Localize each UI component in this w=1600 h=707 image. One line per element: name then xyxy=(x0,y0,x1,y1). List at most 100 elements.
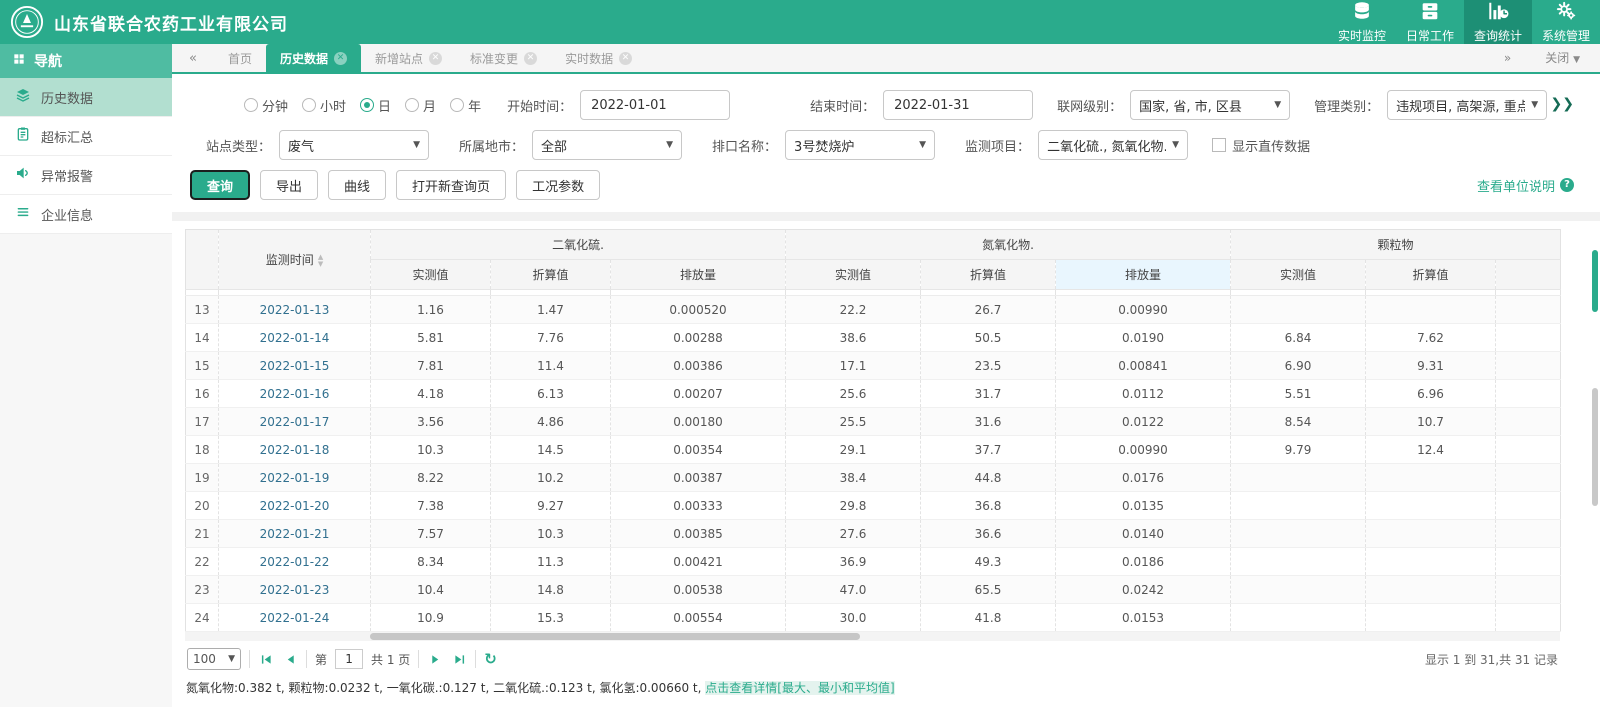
table-scrollbar-thumb[interactable] xyxy=(1592,388,1598,506)
table-row[interactable]: 212022-01-217.5710.30.0038527.636.60.014… xyxy=(186,520,1561,548)
close-tab-icon[interactable]: ✕ xyxy=(334,52,347,65)
date-link[interactable]: 2022-01-13 xyxy=(260,303,330,317)
so2-converted-header[interactable]: 折算值 xyxy=(491,260,611,290)
value-cell: 65.5 xyxy=(921,576,1056,604)
monitor-time-column-header[interactable]: 监测时间▲▼ xyxy=(219,230,371,290)
monitor-items-select[interactable]: 二氧化硫., 氮氧化物., 颗粒▼ xyxy=(1038,130,1188,160)
unit-description-link[interactable]: 查看单位说明 ? xyxy=(1477,176,1574,195)
date-link[interactable]: 2022-01-22 xyxy=(260,555,330,569)
topnav-system-management[interactable]: 系统管理 xyxy=(1532,0,1600,44)
sidebar-item-abnormal-alarm[interactable]: 异常报警 xyxy=(0,156,172,195)
tab-new-station[interactable]: 新增站点 ✕ xyxy=(361,44,456,72)
radio-year[interactable]: 年 xyxy=(450,96,481,115)
date-link[interactable]: 2022-01-14 xyxy=(260,331,330,345)
value-cell: 0.000520 xyxy=(611,296,786,324)
topnav-query-statistics[interactable]: 查询统计 xyxy=(1464,0,1532,44)
value-cell: 4.18 xyxy=(371,380,491,408)
record-count-info: 显示 1 到 31,共 31 记录 xyxy=(1425,651,1558,668)
content-area: « 首页 历史数据 ✕ 新增站点 ✕ 标准变更 ✕ 实时数据 ✕ » xyxy=(172,44,1600,707)
first-page-icon[interactable] xyxy=(258,651,274,667)
sidebar-item-history-data[interactable]: 历史数据 xyxy=(0,78,172,117)
value-cell: 1.16 xyxy=(371,296,491,324)
date-link[interactable]: 2022-01-24 xyxy=(260,611,330,625)
station-type-select[interactable]: 废气▼ xyxy=(279,130,429,160)
horizontal-scrollbar[interactable] xyxy=(185,632,1560,641)
topnav-daily-work[interactable]: 日常工作 xyxy=(1396,0,1464,44)
date-link[interactable]: 2022-01-21 xyxy=(260,527,330,541)
start-time-input[interactable] xyxy=(580,90,730,120)
pm-measured-header[interactable]: 实测值 xyxy=(1231,260,1366,290)
date-link[interactable]: 2022-01-20 xyxy=(260,499,330,513)
view-details-link[interactable]: 点击查看详情[最大、最小和平均值] xyxy=(705,681,894,695)
table-row[interactable]: 192022-01-198.2210.20.0038738.444.80.017… xyxy=(186,464,1561,492)
sidebar-item-exceedance-summary[interactable]: 超标汇总 xyxy=(0,117,172,156)
city-select[interactable]: 全部▼ xyxy=(532,130,682,160)
page-size-select[interactable]: 100▼ xyxy=(187,648,241,670)
operating-parameters-button[interactable]: 工况参数 xyxy=(516,170,600,200)
nox-measured-header[interactable]: 实测值 xyxy=(786,260,921,290)
radio-minute[interactable]: 分钟 xyxy=(244,96,288,115)
network-level-select[interactable]: 国家, 省, 市, 区县▼ xyxy=(1130,90,1290,120)
outlet-name-select[interactable]: 3号焚烧炉▼ xyxy=(785,130,935,160)
query-button[interactable]: 查询 xyxy=(190,170,250,200)
tab-realtime-data[interactable]: 实时数据 ✕ xyxy=(551,44,646,72)
so2-emission-header[interactable]: 排放量 xyxy=(611,260,786,290)
table-row[interactable]: 202022-01-207.389.270.0033329.836.80.013… xyxy=(186,492,1561,520)
show-direct-data-checkbox[interactable]: 显示直传数据 xyxy=(1212,136,1310,155)
so2-measured-header[interactable]: 实测值 xyxy=(371,260,491,290)
outlet-name-label: 排口名称： xyxy=(712,136,777,155)
date-link[interactable]: 2022-01-19 xyxy=(260,471,330,485)
close-menu-button[interactable]: 关闭 ▼ xyxy=(1545,49,1580,66)
manage-category-select[interactable]: 违规项目, 高架源, 重点排▼ xyxy=(1387,90,1547,120)
date-link[interactable]: 2022-01-15 xyxy=(260,359,330,373)
value-cell: 10.4 xyxy=(371,576,491,604)
tab-home[interactable]: 首页 xyxy=(214,44,266,72)
sidebar-item-company-info[interactable]: 企业信息 xyxy=(0,195,172,234)
radio-month[interactable]: 月 xyxy=(405,96,436,115)
pm-converted-header[interactable]: 折算值 xyxy=(1366,260,1496,290)
table-row[interactable]: 132022-01-131.161.470.00052022.226.70.00… xyxy=(186,296,1561,324)
page-scrollbar-thumb[interactable] xyxy=(1592,250,1598,312)
table-row[interactable]: 172022-01-173.564.860.0018025.531.60.012… xyxy=(186,408,1561,436)
separator xyxy=(306,650,307,668)
tab-history-data[interactable]: 历史数据 ✕ xyxy=(266,44,361,72)
table-row[interactable]: 152022-01-157.8111.40.0038617.123.50.008… xyxy=(186,352,1561,380)
next-page-icon[interactable] xyxy=(427,651,443,667)
tabs-scroll-right-icon[interactable]: » xyxy=(1504,51,1511,65)
table-row[interactable]: 222022-01-228.3411.30.0042136.949.30.018… xyxy=(186,548,1561,576)
table-row[interactable]: 232022-01-2310.414.80.0053847.065.50.024… xyxy=(186,576,1561,604)
date-link[interactable]: 2022-01-18 xyxy=(260,443,330,457)
value-cell xyxy=(1366,576,1496,604)
curve-button[interactable]: 曲线 xyxy=(328,170,386,200)
table-row[interactable]: 142022-01-145.817.760.0028838.650.50.019… xyxy=(186,324,1561,352)
tabs-scroll-left-icon[interactable]: « xyxy=(172,51,214,72)
refresh-icon[interactable]: ↻ xyxy=(484,650,497,668)
separator xyxy=(418,650,419,668)
end-time-input[interactable] xyxy=(883,90,1033,120)
sort-icon[interactable]: ▲▼ xyxy=(318,254,323,268)
table-row[interactable]: 182022-01-1810.314.50.0035429.137.70.009… xyxy=(186,436,1561,464)
page-number-input[interactable] xyxy=(335,649,363,669)
table-row[interactable]: 162022-01-164.186.130.0020725.631.70.011… xyxy=(186,380,1561,408)
horizontal-scrollbar-thumb[interactable] xyxy=(370,633,860,640)
date-link[interactable]: 2022-01-17 xyxy=(260,415,330,429)
last-page-icon[interactable] xyxy=(451,651,467,667)
topnav-realtime-monitor[interactable]: 实时监控 xyxy=(1328,0,1396,44)
date-link[interactable]: 2022-01-16 xyxy=(260,387,330,401)
export-button[interactable]: 导出 xyxy=(260,170,318,200)
open-new-query-page-button[interactable]: 打开新查询页 xyxy=(396,170,506,200)
close-tab-icon[interactable]: ✕ xyxy=(429,52,442,65)
close-tab-icon[interactable]: ✕ xyxy=(524,52,537,65)
prev-page-icon[interactable] xyxy=(282,651,298,667)
nox-converted-header[interactable]: 折算值 xyxy=(921,260,1056,290)
nox-emission-header[interactable]: 排放量 xyxy=(1056,260,1231,290)
close-tab-icon[interactable]: ✕ xyxy=(619,52,632,65)
date-link[interactable]: 2022-01-23 xyxy=(260,583,330,597)
value-cell: 26.7 xyxy=(921,296,1056,324)
tab-standard-change[interactable]: 标准变更 ✕ xyxy=(456,44,551,72)
radio-day[interactable]: 日 xyxy=(360,96,391,115)
collapse-filters-icon[interactable]: ❯❯ xyxy=(1551,96,1574,112)
radio-hour[interactable]: 小时 xyxy=(302,96,346,115)
value-cell: 47.0 xyxy=(786,576,921,604)
table-row[interactable]: 242022-01-2410.915.30.0055430.041.80.015… xyxy=(186,604,1561,632)
